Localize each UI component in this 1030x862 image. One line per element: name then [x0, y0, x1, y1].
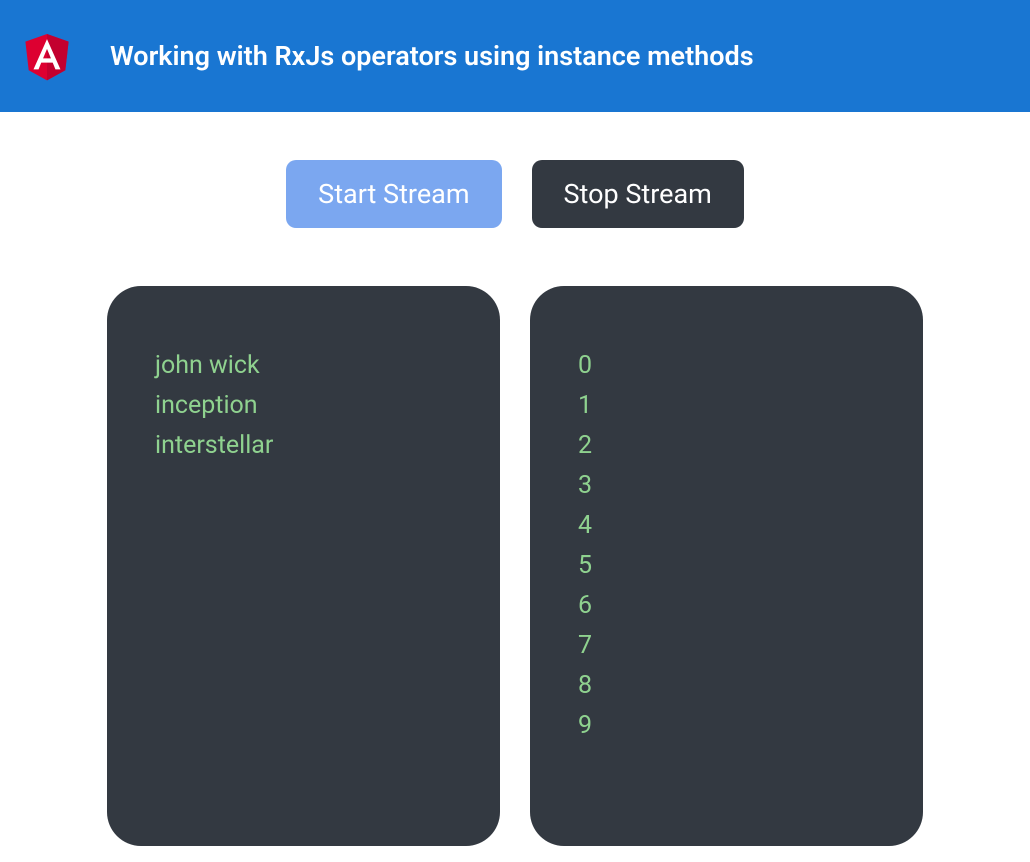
- list-item: 3: [578, 466, 875, 506]
- movies-panel: john wick inception interstellar: [107, 286, 500, 846]
- list-item: interstellar: [155, 426, 452, 466]
- list-item: 9: [578, 706, 875, 746]
- panels-container: john wick inception interstellar 0 1 2 3…: [0, 286, 1030, 846]
- list-item: inception: [155, 386, 452, 426]
- button-row: Start Stream Stop Stream: [0, 160, 1030, 228]
- list-item: 2: [578, 426, 875, 466]
- angular-logo-icon: [18, 26, 76, 86]
- list-item: 4: [578, 506, 875, 546]
- stop-stream-button[interactable]: Stop Stream: [532, 160, 744, 228]
- page-title: Working with RxJs operators using instan…: [110, 40, 754, 72]
- start-stream-button[interactable]: Start Stream: [286, 160, 501, 228]
- app-header: Working with RxJs operators using instan…: [0, 0, 1030, 112]
- numbers-panel: 0 1 2 3 4 5 6 7 8 9: [530, 286, 923, 846]
- list-item: 1: [578, 386, 875, 426]
- list-item: 7: [578, 626, 875, 666]
- list-item: john wick: [155, 346, 452, 386]
- list-item: 5: [578, 546, 875, 586]
- list-item: 0: [578, 346, 875, 386]
- list-item: 6: [578, 586, 875, 626]
- list-item: 8: [578, 666, 875, 706]
